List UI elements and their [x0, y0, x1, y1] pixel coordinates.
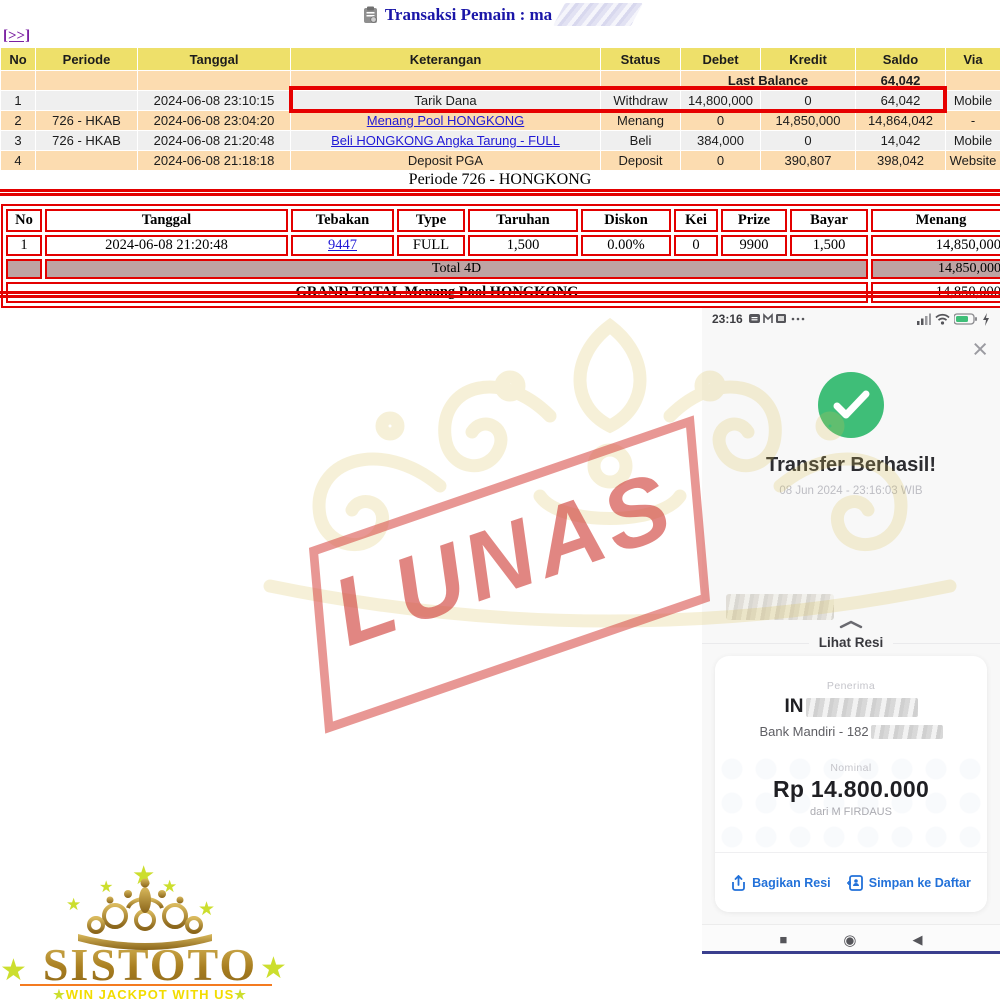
censored-recipient [806, 698, 918, 717]
col-header-keterangan: Keterangan [291, 48, 601, 71]
penerima-label: Penerima [715, 680, 987, 692]
bet-row: 1 2024-06-08 21:20:48 9447 FULL 1,500 0.… [6, 235, 1000, 256]
last-balance-label: Last Balance [681, 71, 856, 91]
total-row: Total 4D 14,850,000 [6, 259, 1000, 279]
table-header-row: No Periode Tanggal Keterangan Status Deb… [1, 48, 1000, 71]
keterangan-link[interactable]: Menang Pool HONGKONG [367, 113, 525, 128]
android-nav-bar: ■ ◉ ◀ [702, 924, 1000, 954]
status-time: 23:16 [712, 312, 743, 326]
transactions-table: No Periode Tanggal Keterangan Status Deb… [0, 47, 1000, 171]
back-button[interactable]: ◀ [912, 932, 922, 948]
star-icon: ★ [53, 987, 66, 1000]
col-header-via: Via [946, 48, 1000, 71]
wifi-icon [935, 313, 950, 325]
table-row: 2 726 - HKAB 2024-06-08 23:04:20 Menang … [1, 111, 1000, 131]
stamp-text: LUNAS [290, 440, 718, 678]
table-row: 4 2024-06-08 21:18:18 Deposit PGA Deposi… [1, 151, 1000, 171]
page: Transaksi Pemain : ma [>>] No Periode Ta… [0, 0, 1000, 1000]
recipient-bank: Bank Mandiri - 182 [759, 724, 868, 739]
share-receipt-button[interactable]: Bagikan Resi [731, 875, 831, 891]
clipboard-icon [363, 6, 378, 24]
recents-button[interactable]: ■ [780, 932, 788, 947]
col-header-status: Status [601, 48, 681, 71]
receipt-card: Penerima IN Bank Mandiri - 182 Nominal R… [715, 656, 987, 912]
total-value: 14,850,000 [871, 259, 1000, 279]
receipt-sheet-handle[interactable]: Lihat Resi [702, 616, 1000, 652]
table-row: 3 726 - HKAB 2024-06-08 21:20:48 Beli HO… [1, 131, 1000, 151]
tebakan-link[interactable]: 9447 [328, 237, 357, 253]
battery-icon [954, 313, 978, 325]
page-title: Transaksi Pemain : ma [385, 5, 552, 25]
col-header-kredit: Kredit [761, 48, 856, 71]
red-divider [0, 189, 1000, 196]
table-row: 1 2024-06-08 23:10:15 Tarik Dana Withdra… [1, 91, 1000, 111]
transfer-timestamp: 08 Jun 2024 - 23:16:03 WIB [702, 485, 1000, 497]
transfer-amount: Rp 14.800.000 [715, 776, 987, 803]
recipient-name: IN [785, 696, 804, 718]
close-icon[interactable]: × [972, 336, 988, 363]
keterangan-cell: Deposit PGA [291, 151, 601, 171]
transfer-success-title: Transfer Berhasil! [702, 454, 1000, 477]
censored-account [871, 725, 943, 739]
keterangan-cell: Tarik Dana [291, 91, 601, 111]
status-badge: Beli [601, 131, 681, 151]
period-title: Periode 726 - HONGKONG [0, 171, 1000, 189]
col-header-tanggal: Tanggal [138, 48, 291, 71]
save-to-list-button[interactable]: Simpan ke Daftar [847, 875, 971, 891]
notification-icons [749, 313, 811, 326]
home-button[interactable]: ◉ [843, 931, 856, 949]
success-check-icon [818, 372, 884, 438]
phone-status-bar: 23:16 [702, 306, 1000, 332]
page-title-bar: Transaksi Pemain : ma [0, 3, 1000, 26]
next-page-link[interactable]: [>>] [3, 28, 30, 45]
add-contact-icon [847, 875, 863, 891]
col-header-saldo: Saldo [856, 48, 946, 71]
sheet-handle-label: Lihat Resi [809, 635, 894, 650]
status-badge: Menang [601, 111, 681, 131]
transfer-sender: dari M FIRDAUS [715, 806, 987, 818]
bet-header-row: No Tanggal Tebakan Type Taruhan Diskon K… [6, 209, 1000, 232]
brand-underline [20, 984, 272, 986]
share-icon [731, 875, 746, 891]
status-badge: Deposit [601, 151, 681, 171]
chevron-up-icon [839, 620, 863, 629]
total-label: Total 4D [45, 259, 868, 279]
nominal-label: Nominal [715, 762, 987, 774]
star-icon: ★ [234, 987, 247, 1000]
last-balance-row: Last Balance 64,042 [1, 71, 1000, 91]
col-header-no: No [1, 48, 36, 71]
signal-icon [917, 313, 931, 325]
censored-player-name [553, 3, 643, 26]
phone-screenshot: 23:16 [702, 301, 1000, 954]
lunas-stamp: LUNAS [277, 401, 743, 749]
brand-tagline: ★WIN JACKPOT WITH US★ [12, 987, 288, 1000]
charging-icon [982, 313, 990, 326]
keterangan-link[interactable]: Beli HONGKONG Angka Tarung - FULL [331, 133, 560, 148]
stamp-border [309, 415, 710, 733]
col-header-debet: Debet [681, 48, 761, 71]
phone-bottom-border [702, 951, 1000, 954]
brand-logo: ★ ★ ★ ★ ★ ★ ★ [0, 858, 300, 1000]
col-header-periode: Periode [36, 48, 138, 71]
status-badge: Withdraw [601, 91, 681, 111]
red-divider [0, 291, 1000, 298]
last-balance-value: 64,042 [856, 71, 946, 91]
